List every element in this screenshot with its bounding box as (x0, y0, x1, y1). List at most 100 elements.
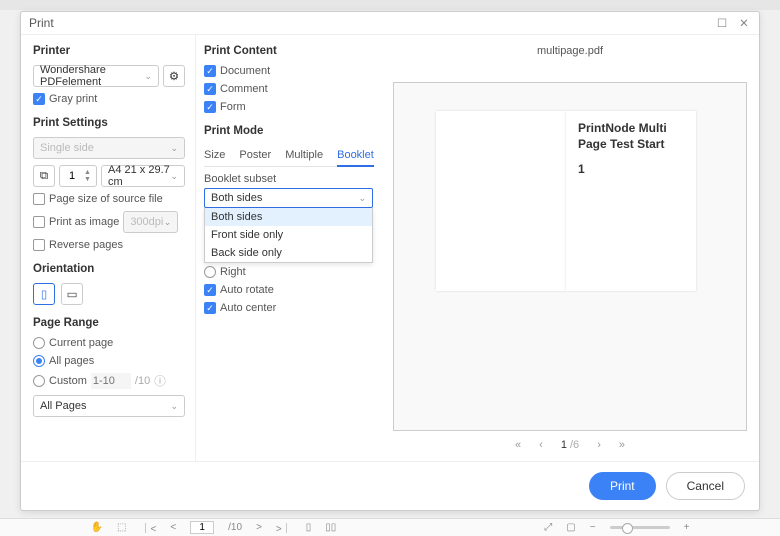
chevron-down-icon: ⌄ (358, 193, 366, 204)
document-checkbox[interactable] (204, 65, 216, 77)
bb-first-icon[interactable]: ｜< (140, 520, 156, 535)
booklet-subset-heading: Booklet subset (204, 173, 373, 185)
bb-prev-icon[interactable]: < (170, 522, 176, 533)
pager-next-icon[interactable]: › (597, 439, 601, 451)
comment-checkbox[interactable] (204, 83, 216, 95)
print-content-heading: Print Content (204, 45, 373, 57)
custom-range-input[interactable] (91, 373, 131, 389)
zoom-in-icon[interactable]: + (684, 522, 690, 533)
app-bottom-bar: ✋ ⬚ ｜< < /10 > >｜ ▯ ▯▯ ⤢ ▢ − + (0, 518, 780, 536)
print-mode-heading: Print Mode (204, 125, 373, 137)
zoom-out-icon[interactable]: − (590, 522, 596, 533)
bb-last-icon[interactable]: >｜ (276, 520, 292, 535)
gray-print-checkbox[interactable] (33, 93, 45, 105)
all-pages-label: All pages (49, 355, 94, 367)
print-settings-heading: Print Settings (33, 117, 185, 129)
reverse-checkbox[interactable] (33, 239, 45, 251)
fit-page-icon[interactable]: ▢ (566, 522, 575, 533)
gray-print-label: Gray print (49, 93, 97, 105)
copies-input[interactable] (60, 170, 84, 182)
dialog-title: Print (29, 16, 707, 30)
bb-next-icon[interactable]: > (256, 522, 262, 533)
fit-width-icon[interactable]: ⤢ (544, 522, 552, 533)
auto-center-label: Auto center (220, 302, 276, 314)
custom-radio[interactable] (33, 375, 45, 387)
titlebar: Print ☐ ✕ (21, 12, 759, 35)
left-panel: Printer Wondershare PDFelement⌄ ⚙ Gray p… (21, 35, 196, 461)
document-label: Document (220, 65, 270, 77)
zoom-slider[interactable] (610, 526, 670, 529)
select-tool-icon[interactable]: ⬚ (117, 522, 126, 533)
bb-page-input[interactable] (190, 521, 214, 534)
tab-booklet[interactable]: Booklet (337, 145, 374, 167)
bb-two-page-icon[interactable]: ▯▯ (325, 522, 336, 533)
option-back-only[interactable]: Back side only (205, 244, 372, 262)
print-as-image-label: Print as image (49, 216, 119, 228)
right-panel: multipage.pdf PrintNode Multi Page Test … (381, 35, 759, 461)
print-as-image-checkbox[interactable] (33, 216, 45, 228)
current-page-radio[interactable] (33, 337, 45, 349)
preview-page-number: 1 (578, 162, 684, 176)
booklet-subset-select[interactable]: Both sides⌄ (204, 188, 373, 208)
auto-rotate-label: Auto rotate (220, 284, 274, 296)
maximize-icon[interactable]: ☐ (715, 16, 729, 30)
option-front-only[interactable]: Front side only (205, 226, 372, 244)
preview-pager: « ‹ 1 /6 › » (393, 439, 747, 451)
custom-total: /10 (135, 375, 150, 387)
dpi-select[interactable]: 300dpi⌄ (123, 211, 178, 233)
copies-icon[interactable]: ⧉ (33, 165, 55, 187)
printer-select[interactable]: Wondershare PDFelement⌄ (33, 65, 159, 87)
printer-settings-icon[interactable]: ⚙ (163, 65, 185, 87)
chevron-down-icon: ⌄ (170, 171, 178, 182)
all-pages-radio[interactable] (33, 355, 45, 367)
auto-rotate-checkbox[interactable] (204, 284, 216, 296)
preview-page-right: PrintNode Multi Page Test Start 1 (566, 111, 696, 291)
comment-label: Comment (220, 83, 268, 95)
sides-select[interactable]: Single side⌄ (33, 137, 185, 159)
info-icon: ⓘ (154, 373, 166, 389)
print-dialog: Print ☐ ✕ Printer Wondershare PDFelement… (20, 11, 760, 511)
pager-total: /6 (570, 439, 579, 451)
right-radio[interactable] (204, 266, 216, 278)
booklet-subset-menu: Both sides Front side only Back side onl… (204, 208, 373, 263)
printer-heading: Printer (33, 45, 185, 57)
chevron-down-icon: ⌄ (170, 401, 178, 412)
hand-tool-icon[interactable]: ✋ (91, 522, 103, 533)
pager-current: 1 (561, 439, 567, 451)
reverse-label: Reverse pages (49, 239, 123, 251)
preview-page-title: PrintNode Multi Page Test Start (578, 121, 684, 152)
bb-total: /10 (228, 522, 242, 533)
landscape-icon[interactable]: ▭ (61, 283, 83, 305)
custom-label: Custom (49, 375, 87, 387)
tab-size[interactable]: Size (204, 145, 225, 166)
form-checkbox[interactable] (204, 101, 216, 113)
pager-first-icon[interactable]: « (515, 439, 521, 451)
dialog-footer: Print Cancel (21, 461, 759, 510)
option-both-sides[interactable]: Both sides (205, 208, 372, 226)
tab-poster[interactable]: Poster (239, 145, 271, 166)
chevron-down-icon: ⌄ (144, 71, 152, 82)
print-button[interactable]: Print (589, 472, 656, 500)
preview-page-left (436, 111, 566, 291)
all-pages-select[interactable]: All Pages⌄ (33, 395, 185, 417)
pager-prev-icon[interactable]: ‹ (539, 439, 543, 451)
booklet-subset-dropdown: Both sides⌄ Both sides Front side only B… (204, 188, 373, 208)
pager-last-icon[interactable]: » (619, 439, 625, 451)
orientation-heading: Orientation (33, 263, 185, 275)
right-label: Right (220, 266, 246, 278)
current-page-label: Current page (49, 337, 113, 349)
cancel-button[interactable]: Cancel (666, 472, 745, 500)
close-icon[interactable]: ✕ (737, 16, 751, 30)
portrait-icon[interactable]: ▯ (33, 283, 55, 305)
middle-panel: Print Content Document Comment Form Prin… (196, 35, 381, 461)
tab-multiple[interactable]: Multiple (285, 145, 323, 166)
form-label: Form (220, 101, 246, 113)
page-source-label: Page size of source file (49, 193, 163, 205)
bb-single-page-icon[interactable]: ▯ (306, 522, 312, 533)
chevron-down-icon: ⌄ (170, 143, 178, 154)
auto-center-checkbox[interactable] (204, 302, 216, 314)
copies-stepper[interactable]: ▲▼ (59, 165, 97, 187)
page-source-checkbox[interactable] (33, 193, 45, 205)
page-range-heading: Page Range (33, 317, 185, 329)
paper-size-select[interactable]: A4 21 x 29.7 cm⌄ (101, 165, 185, 187)
